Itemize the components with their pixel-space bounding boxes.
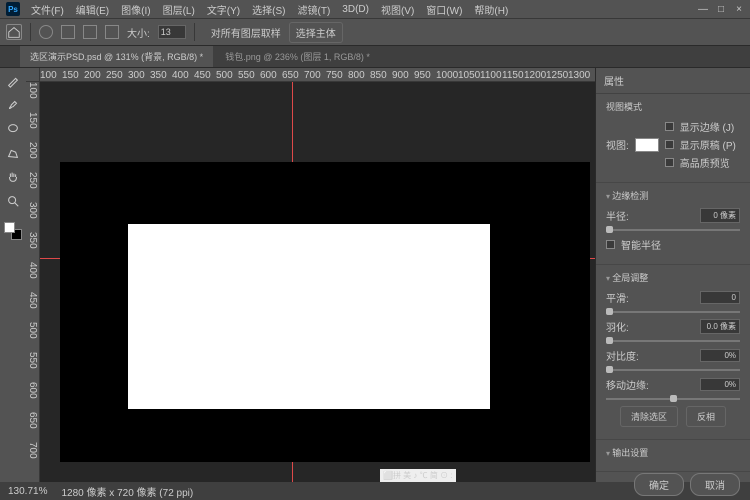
feather-label: 羽化: — [606, 319, 629, 334]
menu-3d[interactable]: 3D(D) — [337, 2, 374, 17]
options-bar: 大小: 对所有图层取样 选择主体 — [0, 18, 750, 46]
menu-type[interactable]: 文字(Y) — [202, 0, 245, 19]
app-logo: Ps — [6, 2, 20, 16]
menu-layer[interactable]: 图层(L) — [158, 0, 200, 19]
show-orig-checkbox[interactable] — [665, 140, 674, 149]
toolbox — [0, 68, 26, 482]
menu-file[interactable]: 文件(F) — [26, 0, 69, 19]
menu-help[interactable]: 帮助(H) — [469, 0, 513, 19]
properties-panel: 属性 视图模式 视图: 显示边缘 (J) 显示原稿 (P) 高品质预览 边缘检测… — [595, 68, 750, 482]
menu-image[interactable]: 图像(I) — [116, 0, 155, 19]
smooth-label: 平滑: — [606, 290, 629, 305]
zoom-tool-icon[interactable] — [4, 192, 22, 210]
panel-title[interactable]: 属性 — [596, 68, 750, 94]
smart-radius-label: 智能半径 — [621, 237, 661, 252]
wand-tool-icon[interactable] — [4, 72, 22, 90]
mode-sub-icon[interactable] — [105, 25, 119, 39]
document-canvas[interactable] — [60, 162, 590, 462]
zoom-level[interactable]: 130.71% — [8, 486, 47, 497]
ruler-horizontal[interactable]: 1001502002503003504004505005506006507007… — [40, 68, 595, 82]
smooth-slider[interactable] — [606, 311, 740, 313]
color-swatch[interactable] — [4, 222, 22, 240]
home-icon[interactable] — [6, 24, 22, 40]
ruler-vertical[interactable]: 100150200250300350400450500550600650700 — [26, 82, 40, 482]
mode-add-icon[interactable] — [83, 25, 97, 39]
shift-label: 移动边缘: — [606, 377, 649, 392]
menu-view[interactable]: 视图(V) — [376, 0, 419, 19]
invert-button[interactable]: 反相 — [686, 406, 726, 427]
doc-dimensions: 1280 像素 x 720 像素 (72 ppi) — [61, 484, 193, 499]
canvas-stage[interactable] — [40, 82, 595, 482]
menu-filter[interactable]: 滤镜(T) — [293, 0, 336, 19]
document-tabs: 选区演示PSD.psd @ 131% (背景, RGB/8) * 钱包.png … — [0, 46, 750, 68]
radius-label: 半径: — [606, 208, 629, 223]
view-label: 视图: — [606, 137, 629, 152]
output-heading[interactable]: 输出设置 — [606, 446, 740, 459]
shift-slider[interactable] — [606, 398, 740, 400]
contrast-label: 对比度: — [606, 348, 639, 363]
show-edge-label: 显示边缘 (J) — [680, 119, 734, 134]
feather-value[interactable]: 0.0 像素 — [700, 319, 740, 334]
menu-select[interactable]: 选择(S) — [247, 0, 290, 19]
size-input[interactable] — [158, 25, 186, 39]
show-orig-label: 显示原稿 (P) — [680, 137, 736, 152]
lasso-tool-icon[interactable] — [4, 120, 22, 138]
view-thumbnail[interactable] — [635, 138, 659, 152]
brush-tool-icon[interactable] — [4, 96, 22, 114]
clear-selection-button[interactable]: 清除选区 — [620, 406, 678, 427]
cancel-button[interactable]: 取消 — [690, 473, 740, 496]
close-button[interactable]: × — [734, 4, 744, 15]
show-edge-checkbox[interactable] — [665, 122, 674, 131]
edge-heading[interactable]: 边缘检测 — [606, 189, 740, 202]
contrast-value[interactable]: 0% — [700, 349, 740, 362]
tab-active[interactable]: 选区演示PSD.psd @ 131% (背景, RGB/8) * — [20, 46, 213, 67]
tool-icon[interactable] — [39, 25, 53, 39]
canvas-area: 1001502002503003504004505005506006507007… — [26, 68, 595, 482]
global-heading[interactable]: 全局调整 — [606, 271, 740, 284]
menu-bar: Ps 文件(F) 编辑(E) 图像(I) 图层(L) 文字(Y) 选择(S) 滤… — [0, 0, 750, 18]
mode-new-icon[interactable] — [61, 25, 75, 39]
hq-preview-label: 高品质预览 — [680, 155, 730, 170]
tab-inactive[interactable]: 钱包.png @ 236% (图层 1, RGB/8) * — [215, 46, 380, 67]
feather-slider[interactable] — [606, 340, 740, 342]
menu-edit[interactable]: 编辑(E) — [71, 0, 114, 19]
smooth-value[interactable]: 0 — [700, 291, 740, 304]
ime-toolbar[interactable]: ⬜拼 美 ♪ ℃ 简 ⊙ : — [380, 469, 456, 482]
hand-tool-icon[interactable] — [4, 168, 22, 186]
radius-value[interactable]: 0 像素 — [700, 208, 740, 223]
minimize-button[interactable]: — — [698, 4, 708, 15]
ruler-corner — [26, 68, 40, 82]
smart-radius-checkbox[interactable] — [606, 240, 615, 249]
menu-window[interactable]: 窗口(W) — [421, 0, 467, 19]
radius-slider[interactable] — [606, 229, 740, 231]
contrast-slider[interactable] — [606, 369, 740, 371]
hq-preview-checkbox[interactable] — [665, 158, 674, 167]
shift-value[interactable]: 0% — [700, 378, 740, 391]
polygon-tool-icon[interactable] — [4, 144, 22, 162]
maximize-button[interactable]: □ — [716, 4, 726, 15]
ok-button[interactable]: 确定 — [634, 473, 684, 496]
select-subject-button[interactable]: 选择主体 — [289, 22, 343, 43]
viewmode-heading: 视图模式 — [606, 100, 740, 113]
dialog-buttons: 确定 取消 — [634, 473, 740, 496]
sample-all-label: 对所有图层取样 — [211, 25, 281, 40]
white-rectangle — [128, 224, 490, 409]
size-label: 大小: — [127, 25, 150, 40]
